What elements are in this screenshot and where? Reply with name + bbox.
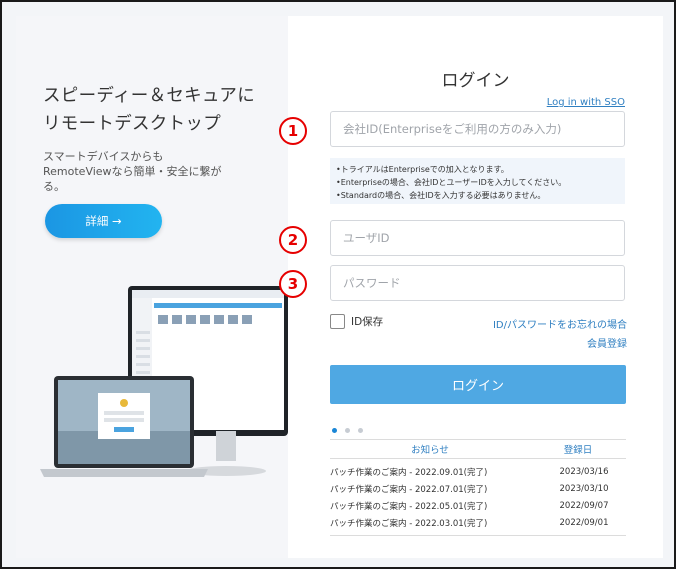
news-row[interactable]: パッチ作業のご案内 - 2022.07.01(完了) 2023/03/10	[330, 480, 626, 497]
devices-illustration	[40, 286, 288, 477]
news-header: お知らせ 登録日	[330, 439, 626, 459]
news-row[interactable]: パッチ作業のご案内 - 2022.09.01(完了) 2023/03/16	[330, 463, 626, 480]
hero-title-line1: スピーディー＆セキュアに	[43, 86, 256, 106]
news-date: 2022/09/07	[559, 500, 609, 511]
forgot-password-link[interactable]: ID/パスワードをお忘れの場合	[493, 316, 627, 331]
news-title[interactable]: パッチ作業のご案内 - 2022.07.01(完了)	[330, 483, 542, 495]
save-id-row[interactable]: ID保存	[330, 314, 383, 329]
carousel-dot[interactable]	[358, 428, 363, 433]
news-title[interactable]: パッチ作業のご案内 - 2022.03.01(完了)	[330, 517, 542, 529]
hero-title-line2: リモートデスクトップ	[43, 114, 221, 134]
login-button[interactable]: ログイン	[330, 365, 626, 404]
carousel-dots	[332, 428, 363, 433]
company-id-notes: •トライアルはEnterpriseでの加入となります。 •Enterpriseの…	[330, 158, 625, 204]
news-date: 2022/09/01	[559, 517, 609, 528]
news-col-date: 登録日	[563, 445, 593, 456]
news-date: 2023/03/16	[559, 466, 609, 477]
note-line: •Enterpriseの場合、会社IDとユーザーIDを入力してください。	[336, 178, 567, 187]
carousel-dot[interactable]	[332, 428, 337, 433]
news-row[interactable]: パッチ作業のご案内 - 2022.03.01(完了) 2022/09/01	[330, 514, 626, 531]
step-badge-2: 2	[279, 226, 307, 254]
note-line: •Standardの場合、会社IDを入力する必要はありません。	[336, 191, 546, 200]
news-date: 2023/03/10	[559, 483, 609, 494]
page-frame: スピーディー＆セキュアに リモートデスクトップ スマートデバイスからもRemot…	[0, 0, 676, 569]
note-line: •トライアルはEnterpriseでの加入となります。	[336, 165, 509, 174]
news-title[interactable]: パッチ作業のご案内 - 2022.05.01(完了)	[330, 500, 542, 512]
register-link[interactable]: 会員登録	[587, 335, 627, 350]
sso-link[interactable]: Log in with SSO	[547, 97, 625, 108]
promo-panel: スピーディー＆セキュアに リモートデスクトップ スマートデバイスからもRemot…	[16, 16, 288, 558]
laptop-base	[40, 469, 208, 477]
carousel-dot[interactable]	[345, 428, 350, 433]
password-input[interactable]	[330, 265, 625, 301]
save-id-checkbox[interactable]	[330, 314, 345, 329]
news-row[interactable]: パッチ作業のご案内 - 2022.05.01(完了) 2022/09/07	[330, 497, 626, 514]
hero-title: スピーディー＆セキュアに リモートデスクトップ	[43, 82, 255, 138]
company-id-input[interactable]	[330, 111, 625, 147]
user-id-input[interactable]	[330, 220, 625, 256]
login-panel: ログイン Log in with SSO 1 •トライアルはEnterprise…	[279, 16, 663, 558]
login-title: ログイン	[441, 71, 510, 91]
news-divider	[330, 535, 626, 536]
save-id-label: ID保存	[351, 316, 384, 328]
news-table: お知らせ 登録日 パッチ作業のご案内 - 2022.09.01(完了) 2023…	[330, 439, 626, 536]
detail-button[interactable]: 詳細 →	[45, 204, 162, 238]
news-title[interactable]: パッチ作業のご案内 - 2022.09.01(完了)	[330, 466, 542, 478]
step-badge-1: 1	[279, 117, 307, 145]
news-col-title: お知らせ	[411, 445, 449, 456]
step-badge-3: 3	[279, 270, 307, 298]
hero-subtext: スマートデバイスからもRemoteViewなら簡単・安全に繋がる。	[43, 150, 222, 193]
